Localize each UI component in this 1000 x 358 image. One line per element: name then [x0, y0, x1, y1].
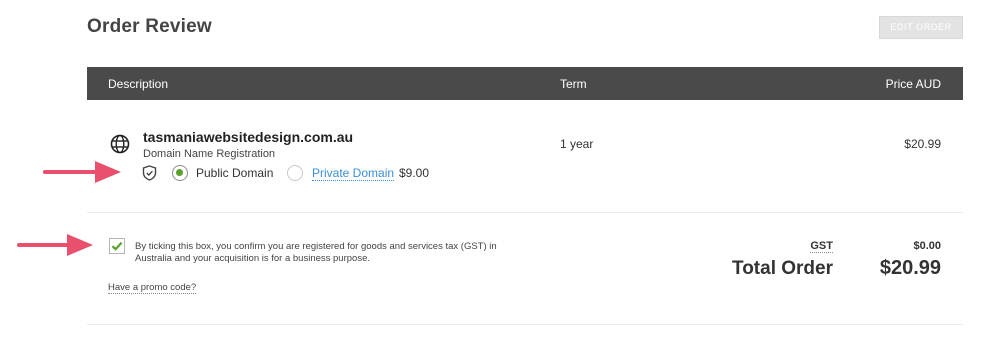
- private-domain-link[interactable]: Private Domain: [312, 166, 395, 181]
- gst-confirmation-text: By ticking this box, you confirm you are…: [135, 241, 497, 264]
- item-term: 1 year: [560, 137, 594, 151]
- shield-icon: [142, 165, 157, 181]
- column-term: Term: [560, 77, 587, 91]
- item-price: $20.99: [904, 137, 941, 151]
- private-domain-radio[interactable]: [287, 165, 303, 181]
- globe-icon: [110, 134, 130, 154]
- domain-name: tasmaniawebsitedesign.com.au: [143, 129, 354, 145]
- page-title: Order Review: [87, 16, 212, 37]
- arrow-icon: [17, 234, 93, 256]
- public-domain-radio[interactable]: [172, 165, 188, 181]
- promo-code-link[interactable]: Have a promo code?: [108, 282, 197, 294]
- arrow-icon: [43, 161, 121, 183]
- column-description: Description: [108, 77, 169, 91]
- gst-label: GST: [810, 240, 833, 253]
- gst-checkbox[interactable]: [109, 238, 125, 254]
- total-order-label: Total Order: [732, 258, 833, 279]
- gst-value: $0.00: [913, 240, 941, 252]
- table-header: Description Term Price AUD: [87, 67, 963, 100]
- divider: [87, 212, 963, 213]
- column-price: Price AUD: [885, 77, 941, 91]
- checkmark-icon: [111, 241, 123, 251]
- domain-type: Domain Name Registration: [143, 148, 276, 160]
- total-order-value: $20.99: [879, 257, 941, 279]
- private-domain-price: $9.00: [399, 166, 430, 180]
- edit-order-button[interactable]: EDIT ORDER: [879, 16, 963, 39]
- public-domain-label[interactable]: Public Domain: [196, 166, 273, 180]
- divider: [87, 324, 963, 325]
